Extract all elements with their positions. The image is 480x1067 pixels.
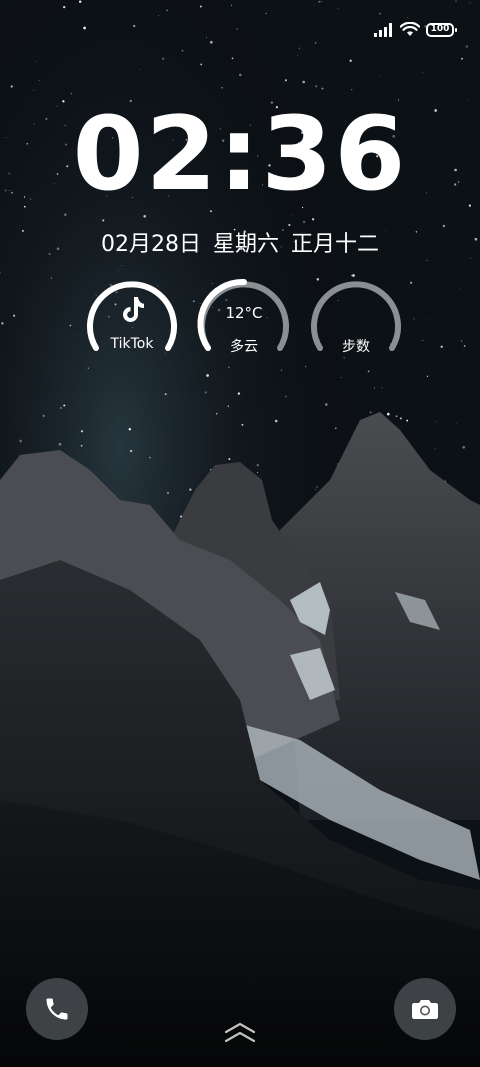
phone-icon (46, 998, 68, 1020)
steps-label: 步数 (342, 339, 370, 355)
tiktok-label: TikTok (110, 336, 154, 352)
signal-icon (374, 22, 392, 37)
swipe-up-icon[interactable] (222, 1020, 258, 1046)
wifi-icon (400, 22, 420, 36)
battery-icon: 100 (426, 22, 457, 37)
tiktok-widget[interactable]: TikTok (84, 276, 180, 356)
phone-shortcut-button[interactable] (26, 978, 88, 1040)
weekday-text: 星期六 (212, 232, 279, 257)
tiktok-icon (123, 297, 144, 322)
date-text: 02月28日 (100, 232, 201, 257)
lock-clock: 02:36 (72, 95, 408, 214)
camera-icon (412, 1000, 438, 1019)
weather-widget[interactable]: 12°C 多云 (196, 276, 292, 356)
steps-widget[interactable]: 步数 (308, 276, 404, 356)
weather-temperature: 12°C (225, 304, 263, 322)
widgets-row: TikTok 12°C 多云 步数 (84, 276, 404, 366)
lock-screen: 100 02:36 02月28日星期六正月十二 TikTok 12°C 多云 (0, 0, 480, 1067)
camera-shortcut-button[interactable] (394, 978, 456, 1040)
status-bar: 100 (374, 22, 457, 37)
battery-level: 100 (430, 24, 450, 34)
lunar-date-text: 正月十二 (291, 232, 380, 257)
date-line: 02月28日 星期六 正月十二 (0, 226, 480, 258)
weather-condition: 多云 (230, 339, 258, 355)
